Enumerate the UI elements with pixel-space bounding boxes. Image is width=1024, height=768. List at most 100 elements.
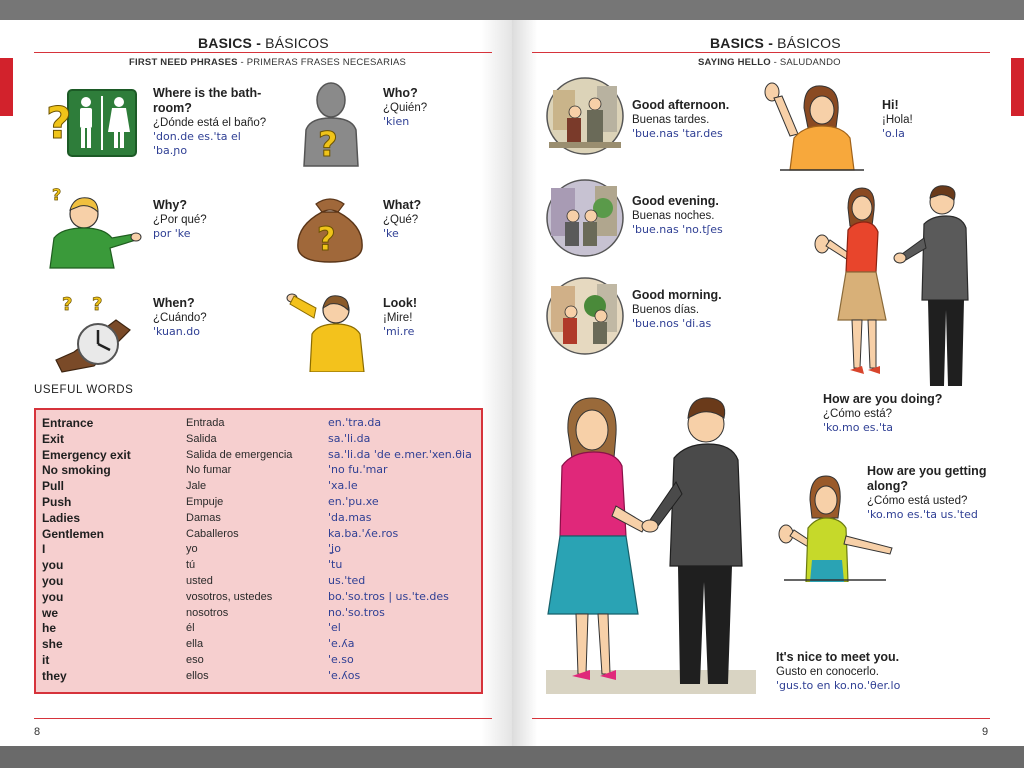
page-number: 8 [34,726,41,738]
word-es: Damas [186,511,221,524]
word-es: eso [186,654,204,666]
svg-text:?: ? [318,125,338,165]
word-es: vosotros, ustedes [186,590,273,603]
title-separator: - [252,35,266,51]
morning-scene-illustration [545,276,625,356]
word-es: ella [186,638,204,651]
word-en: he [42,621,57,636]
phrase-how-are-you-doing: How are you doing? ¿Cómo está? 'ko.mo es… [823,392,993,435]
word-es: yo [186,543,198,556]
word-es: nosotros [186,606,229,619]
word-es: ellos [186,669,209,682]
word-ph: bo.'so.tros | us.'te.des [328,589,449,603]
phrase-what: What? ¿Qué? 'ke [383,198,483,241]
phrase-phonetic: por 'ke [153,227,191,240]
word-es: Entrada [186,417,225,429]
phrase-en: Hi! [882,98,899,112]
viewer-bottom-bar [0,746,1024,768]
left-page: BASICS - BÁSICOS FIRST NEED PHRASES - PR… [0,20,512,746]
word-es: Empuje [186,496,224,508]
phrase-phonetic: 'bue.nas 'tar.des [632,127,723,140]
title-separator: - [764,35,778,51]
phrase-en: Where is the bath-room? [153,86,262,115]
phrase-good-evening: Good evening. Buenas noches. 'bue.nas 'n… [632,194,752,237]
phrase-phonetic: 'o.la [882,127,905,140]
word-ph: 'xa.le [328,479,358,493]
phrase-es: ¿Quién? [383,102,428,114]
title-es: BÁSICOS [265,35,329,51]
phrase-en: Who? [383,86,418,100]
phrase-en: When? [153,296,195,310]
afternoon-scene-illustration [545,76,625,156]
page-title: BASICS - BÁSICOS [710,35,841,51]
couple-handshake-illustration [546,386,756,694]
word-en: Ladies [42,510,81,525]
subtitle-es: SALUDANDO [779,57,841,68]
word-ph: 'el [328,621,341,635]
subtitle-separator: - [237,57,247,68]
phrase-phonetic: 'gus.to en ko.no.'θer.lo [776,679,901,692]
why-boy-illustration: ? [44,182,144,270]
phrase-hi: Hi! ¡Hola! 'o.la [882,98,962,141]
useful-words-table: Entrance Entrada en.'tra.da Exit Salida sa.'l… [34,408,483,694]
useful-words-heading: USEFUL WORDS [34,384,134,396]
phrase-phonetic: 'kuan.do [153,325,200,338]
word-en: Entrance [42,416,94,430]
phrase-en: Good evening. [632,194,719,208]
phrase-why: Why? ¿Por qué? por 'ke [153,198,253,241]
subtitle-en: SAYING HELLO [698,57,771,68]
phrase-phonetic: 'ke [383,227,399,240]
phrase-en: It's nice to meet you. [776,650,900,664]
word-en: I [42,542,46,557]
phrase-how-are-you-getting-along: How are you getting along? ¿Cómo está us… [867,464,997,522]
bathroom-sign-illustration: ? [46,88,138,160]
title-en: BASICS [710,35,765,51]
phrase-es: Buenas tardes. [632,114,710,126]
word-en: you [42,574,64,588]
word-ph: en.'tra.da [328,416,382,429]
when-watch-illustration: ? ? [54,290,136,374]
footer-rule [532,718,990,719]
right-page: BASICS - BÁSICOS SAYING HELLO - SALUDAND… [512,20,1024,746]
phrase-when: When? ¿Cuándo? 'kuan.do [153,296,253,339]
subtitle-en: FIRST NEED PHRASES [129,57,238,68]
word-ph: 'ʝo [328,542,341,556]
phrase-es: Gusto en conocerlo. [776,666,879,678]
phrase-es: ¿Cómo está? [823,408,893,420]
word-ph: ka.ba.'ʎe.ros [328,526,399,540]
word-ph: sa.'li.da 'de e.mer.'xen.θia [328,447,472,461]
phrase-es: Buenos días. [632,304,700,316]
subtitle-separator: - [770,57,780,68]
phrase-es: ¿Por qué? [153,214,207,226]
phrase-phonetic: 'don.de es.'ta el 'ba.ɲo [153,130,241,157]
phrase-phonetic: 'bue.nos 'di.as [632,317,712,330]
word-ph: 'no fu.'mar [328,463,388,477]
header-rule [532,52,990,53]
phrase-good-morning: Good morning. Buenos días. 'bue.nos 'di.… [632,288,752,331]
svg-text:?: ? [46,98,72,149]
word-es: No fumar [186,464,232,477]
svg-text:?: ? [317,220,336,258]
word-en: No smoking [42,463,111,478]
phrase-es: ¡Hola! [882,114,913,126]
phrase-where-bathroom: Where is the bath-room? ¿Dónde está el b… [153,86,273,158]
phrase-good-afternoon: Good afternoon. Buenas tardes. 'bue.nas … [632,98,752,141]
phrase-es: ¿Cuándo? [153,312,207,324]
phrase-es: ¡Mire! [383,312,413,324]
viewer-top-bar [0,0,1024,20]
word-ph: 'e.ʎa [328,637,355,651]
word-ph: 'tu [328,558,343,572]
evening-scene-illustration [545,178,625,258]
title-es: BÁSICOS [777,35,841,51]
phrase-phonetic: 'kien [383,115,410,128]
phrase-es: ¿Cómo está usted? [867,495,968,507]
word-en: we [42,605,59,620]
word-ph: no.'so.tros [328,605,385,619]
word-ph: us.'ted [328,574,366,587]
phrase-phonetic: 'ko.mo es.'ta us.'ted [867,508,978,521]
chapter-tab-left [0,58,13,116]
word-es: Salida de emergencia [186,448,293,461]
phrase-en: Good morning. [632,288,722,302]
word-es: Salida [186,432,217,445]
word-en: Emergency exit [42,447,131,462]
